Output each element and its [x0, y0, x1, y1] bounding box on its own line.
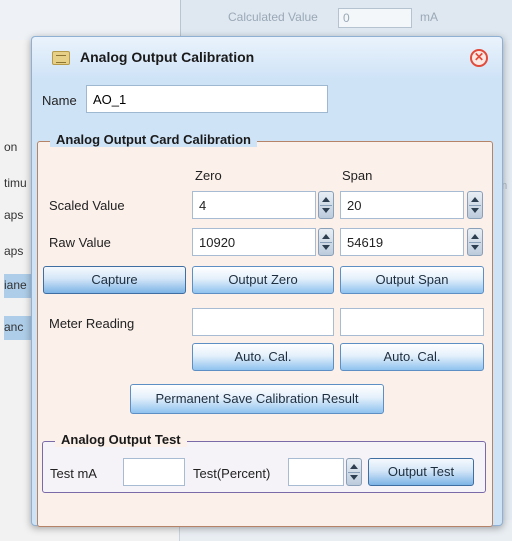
test-ma-input[interactable]	[123, 458, 185, 486]
close-icon[interactable]: ✕	[470, 49, 488, 67]
raw-span-stepper[interactable]	[467, 228, 483, 256]
stepper-divider	[320, 205, 332, 206]
output-zero-button[interactable]: Output Zero	[192, 266, 334, 294]
meter-zero-input[interactable]	[192, 308, 334, 336]
raw-zero-input[interactable]	[192, 228, 316, 256]
arrow-down-icon[interactable]	[322, 208, 330, 213]
output-test-legend: Analog Output Test	[55, 432, 187, 447]
calculated-unit-label: mA	[420, 10, 438, 24]
test-percent-input[interactable]	[288, 458, 344, 486]
raw-zero-stepper[interactable]	[318, 228, 334, 256]
output-span-button[interactable]: Output Span	[340, 266, 484, 294]
name-label: Name	[42, 93, 77, 108]
calculated-value-field: 0	[338, 8, 412, 28]
arrow-up-icon[interactable]	[471, 197, 479, 202]
scaled-zero-input[interactable]	[192, 191, 316, 219]
output-test-button[interactable]: Output Test	[368, 458, 474, 486]
calibration-dialog: Analog Output Calibration ✕ Name Analog …	[31, 36, 503, 527]
arrow-up-icon[interactable]	[322, 197, 330, 202]
scaled-value-label: Scaled Value	[49, 198, 125, 213]
test-ma-label: Test mA	[50, 466, 97, 481]
arrow-up-icon[interactable]	[350, 464, 358, 469]
auto-cal-zero-button[interactable]: Auto. Cal.	[192, 343, 334, 371]
span-column-header: Span	[342, 168, 373, 183]
permanent-save-button[interactable]: Permanent Save Calibration Result	[130, 384, 384, 414]
stepper-divider	[469, 205, 481, 206]
arrow-down-icon[interactable]	[471, 245, 479, 250]
meter-span-input[interactable]	[340, 308, 484, 336]
capture-button[interactable]: Capture	[43, 266, 186, 294]
raw-span-input[interactable]	[340, 228, 464, 256]
app-window-icon	[52, 51, 70, 65]
calculated-value-label: Calculated Value	[228, 10, 318, 24]
scaled-span-input[interactable]	[340, 191, 464, 219]
test-percent-stepper[interactable]	[346, 458, 362, 486]
auto-cal-span-button[interactable]: Auto. Cal.	[340, 343, 484, 371]
dialog-titlebar[interactable]: Analog Output Calibration ✕	[32, 37, 502, 79]
arrow-down-icon[interactable]	[471, 208, 479, 213]
output-test-group: Analog Output Test Test mA Test(Percent)…	[42, 432, 486, 493]
arrow-up-icon[interactable]	[471, 234, 479, 239]
test-percent-label: Test(Percent)	[193, 466, 271, 481]
arrow-down-icon[interactable]	[322, 245, 330, 250]
card-calibration-legend: Analog Output Card Calibration	[50, 132, 257, 147]
meter-reading-label: Meter Reading	[49, 316, 135, 331]
stepper-divider	[469, 242, 481, 243]
arrow-up-icon[interactable]	[322, 234, 330, 239]
stepper-divider	[348, 472, 360, 473]
dialog-title: Analog Output Calibration	[80, 49, 255, 65]
scaled-span-stepper[interactable]	[467, 191, 483, 219]
stepper-divider	[320, 242, 332, 243]
arrow-down-icon[interactable]	[350, 475, 358, 480]
scaled-zero-stepper[interactable]	[318, 191, 334, 219]
name-input[interactable]	[86, 85, 328, 113]
raw-value-label: Raw Value	[49, 235, 111, 250]
zero-column-header: Zero	[195, 168, 222, 183]
